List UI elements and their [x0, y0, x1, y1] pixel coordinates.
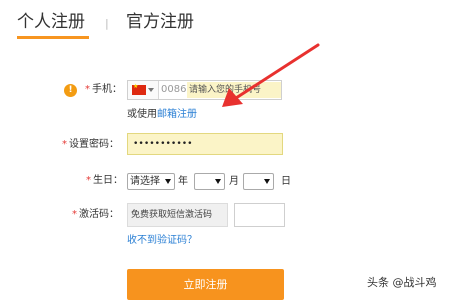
active-tab-underline: [17, 36, 89, 39]
register-now-button[interactable]: 立即注册: [127, 269, 284, 300]
dropdown-arrow-icon: [165, 179, 171, 184]
tab-separator: |: [105, 17, 109, 30]
activation-code-input[interactable]: [234, 203, 285, 227]
registration-page: 个人注册 | 官方注册 ! *手机： ★ 0086 或使用邮箱注册 *设置密码：…: [0, 0, 450, 300]
birth-month-select[interactable]: [194, 173, 225, 190]
info-warning-icon: !: [64, 84, 77, 97]
email-registration-link[interactable]: 邮箱注册: [157, 109, 197, 120]
phone-label: * 手机：: [85, 84, 122, 95]
required-asterisk: *: [62, 139, 67, 150]
dropdown-arrow-icon: [215, 179, 221, 184]
chevron-down-icon: [148, 88, 154, 92]
birth-day-select[interactable]: [243, 173, 274, 190]
tab-official-registration[interactable]: 官方注册: [126, 11, 194, 33]
birth-year-select[interactable]: 请选择: [127, 173, 175, 190]
country-selector[interactable]: ★: [128, 81, 159, 99]
birthday-label: * 生日：: [86, 175, 123, 186]
required-asterisk: *: [85, 84, 90, 95]
year-unit: 年: [178, 176, 188, 187]
required-asterisk: *: [72, 209, 77, 220]
password-input[interactable]: [127, 133, 283, 155]
phone-input[interactable]: [187, 82, 281, 98]
activation-code-label: * 激活码：: [72, 209, 119, 220]
tab-personal-registration[interactable]: 个人注册: [17, 11, 85, 33]
get-sms-code-button[interactable]: 免费获取短信激活码: [127, 203, 228, 227]
dropdown-arrow-icon: [264, 179, 270, 184]
phone-field: ★ 0086: [127, 80, 282, 100]
watermark: 头条 @战斗鸡: [367, 276, 437, 289]
china-flag-icon: ★: [132, 83, 146, 95]
month-unit: 月: [229, 176, 239, 187]
day-unit: 日: [281, 176, 291, 187]
password-label: * 设置密码：: [62, 139, 119, 150]
no-code-link[interactable]: 收不到验证码？: [127, 234, 197, 248]
country-code: 0086: [161, 84, 187, 95]
email-registration-line: 或使用邮箱注册: [127, 109, 197, 120]
required-asterisk: *: [86, 175, 91, 186]
